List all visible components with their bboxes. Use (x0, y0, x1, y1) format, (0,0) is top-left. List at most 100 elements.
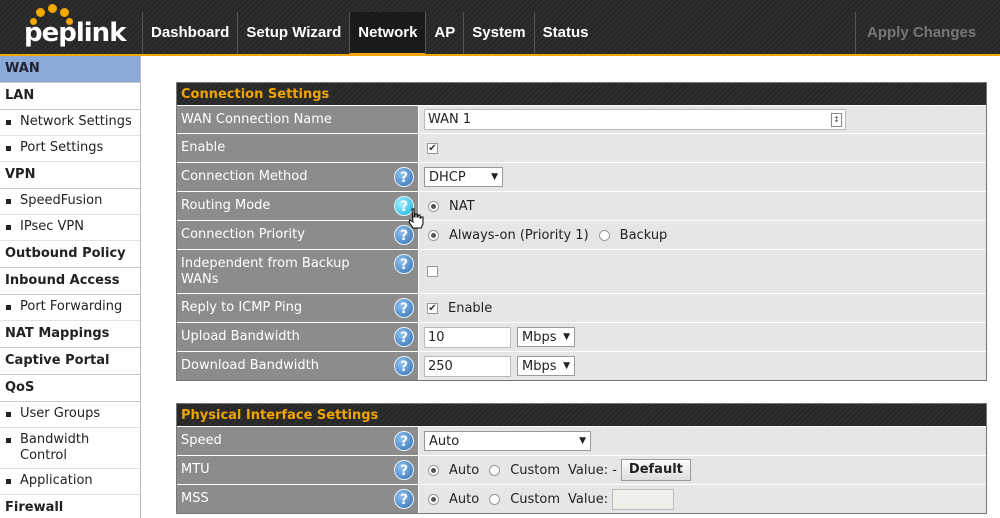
sidebar-item-inbound-access[interactable]: Inbound Access (0, 268, 140, 295)
connection-method-select[interactable]: DHCP ▼ (424, 167, 503, 187)
apply-changes-button[interactable]: Apply Changes (855, 12, 995, 56)
mss-auto-label: Auto (449, 491, 480, 507)
mtu-auto-radio[interactable] (428, 464, 439, 476)
sidebar-item-captive-portal[interactable]: Captive Portal (0, 348, 140, 375)
routing-nat-radio[interactable] (428, 200, 439, 212)
mss-custom-radio[interactable] (489, 493, 501, 505)
row-mss: MSS ? Auto Custom Value: (177, 484, 986, 513)
independent-backup-label: Independent from Backup WANs (181, 255, 350, 287)
row-connection-priority: Connection Priority ? Always-on (Priorit… (177, 220, 986, 249)
row-enable: Enable ✔ (177, 133, 986, 162)
speed-help-icon[interactable]: ? (394, 431, 414, 451)
sidebar-item-speedfusion[interactable]: SpeedFusion (0, 189, 140, 215)
row-download-bandwidth: Download Bandwidth ? 250 Mbps ▼ (177, 351, 986, 380)
wan-connection-name-label: WAN Connection Name (181, 111, 332, 127)
row-mtu: MTU ? Auto Custom Value: - Default (177, 455, 986, 484)
top-bar: peplink Dashboard Setup Wizard Network A… (0, 0, 1000, 56)
connection-settings-title: Connection Settings (177, 83, 986, 105)
mtu-custom-radio[interactable] (489, 464, 501, 476)
speed-select[interactable]: Auto ▼ (424, 431, 591, 451)
sidebar-item-network-settings[interactable]: Network Settings (0, 110, 140, 136)
mss-value-input[interactable] (612, 488, 675, 510)
row-routing-mode: Routing Mode ? NAT (177, 191, 986, 220)
character-map-icon[interactable]: ↕ (831, 112, 842, 127)
row-independent-backup: Independent from Backup WANs ? (177, 249, 986, 293)
independent-backup-checkbox[interactable] (427, 266, 438, 277)
wan-connection-name-input[interactable]: WAN 1 ↕ (424, 109, 846, 130)
row-connection-method: Connection Method ? DHCP ▼ (177, 162, 986, 191)
chevron-down-icon: ▼ (579, 436, 586, 446)
sidebar-item-qos[interactable]: QoS (0, 375, 140, 402)
upload-bandwidth-help-icon[interactable]: ? (394, 327, 414, 347)
speed-value: Auto (429, 433, 460, 449)
connection-method-help-icon[interactable]: ? (394, 167, 414, 187)
mss-custom-label: Custom (510, 491, 560, 507)
tab-status[interactable]: Status (533, 12, 597, 56)
sidebar-item-user-groups[interactable]: User Groups (0, 402, 140, 428)
sidebar-item-port-settings[interactable]: Port Settings (0, 136, 140, 162)
upload-bandwidth-input[interactable]: 10 (424, 326, 511, 348)
mtu-label: MTU (181, 462, 210, 477)
connection-priority-label: Connection Priority (181, 227, 305, 242)
row-wan-connection-name: WAN Connection Name WAN 1 ↕ (177, 105, 986, 133)
icmp-ping-enable-label: Enable (448, 300, 493, 316)
download-bandwidth-label: Download Bandwidth (181, 358, 319, 373)
mss-value-label: Value: (568, 491, 609, 507)
sidebar-item-application[interactable]: Application (0, 469, 140, 495)
sidebar-item-wan[interactable]: WAN (0, 56, 140, 83)
sidebar-item-port-forwarding[interactable]: Port Forwarding (0, 295, 140, 321)
priority-backup-label: Backup (619, 227, 668, 243)
sidebar-item-lan[interactable]: LAN (0, 83, 140, 110)
enable-label: Enable (181, 140, 226, 155)
chevron-down-icon: ▼ (491, 172, 498, 182)
icmp-ping-label: Reply to ICMP Ping (181, 300, 303, 315)
connection-settings-panel: Connection Settings WAN Connection Name … (176, 82, 987, 381)
icmp-ping-help-icon[interactable]: ? (394, 298, 414, 318)
download-bandwidth-input[interactable]: 250 (424, 355, 511, 377)
priority-always-on-label: Always-on (Priority 1) (449, 227, 589, 243)
sidebar-item-nat-mappings[interactable]: NAT Mappings (0, 321, 140, 348)
upload-unit-select[interactable]: Mbps ▼ (517, 327, 575, 347)
top-bar-accent (0, 54, 1000, 56)
connection-method-value: DHCP (429, 169, 466, 185)
upload-unit-value: Mbps (522, 329, 557, 345)
priority-always-on-radio[interactable] (428, 229, 439, 241)
tab-system[interactable]: System (463, 12, 533, 56)
independent-backup-help-icon[interactable]: ? (394, 254, 414, 274)
physical-interface-panel: Physical Interface Settings Speed ? Auto… (176, 403, 987, 514)
sidebar-item-ipsec-vpn[interactable]: IPsec VPN (0, 215, 140, 241)
sidebar-item-bandwidth-control[interactable]: Bandwidth Control (0, 428, 140, 469)
download-unit-select[interactable]: Mbps ▼ (517, 356, 575, 376)
download-unit-value: Mbps (522, 358, 557, 374)
mss-help-icon[interactable]: ? (394, 489, 414, 509)
connection-method-label: Connection Method (181, 169, 308, 184)
download-bandwidth-help-icon[interactable]: ? (394, 356, 414, 376)
mtu-value-label: Value: - (568, 462, 617, 478)
chevron-down-icon: ▼ (563, 361, 570, 371)
tab-setup-wizard[interactable]: Setup Wizard (237, 12, 349, 56)
logo-text: peplink (24, 18, 126, 48)
sidebar-item-firewall[interactable]: Firewall (0, 495, 140, 518)
icmp-ping-checkbox[interactable]: ✔ (427, 302, 438, 314)
mtu-help-icon[interactable]: ? (394, 460, 414, 480)
physical-interface-title: Physical Interface Settings (177, 404, 986, 426)
speed-label: Speed (181, 433, 222, 448)
row-upload-bandwidth: Upload Bandwidth ? 10 Mbps ▼ (177, 322, 986, 351)
tab-ap[interactable]: AP (425, 12, 463, 56)
enable-checkbox[interactable]: ✔ (427, 142, 438, 154)
row-icmp-ping: Reply to ICMP Ping ? ✔ Enable (177, 293, 986, 322)
chevron-down-icon: ▼ (563, 332, 570, 342)
sidebar: WAN LAN Network Settings Port Settings V… (0, 56, 141, 518)
priority-backup-radio[interactable] (598, 229, 610, 241)
peplink-logo[interactable]: peplink (18, 4, 128, 52)
row-speed: Speed ? Auto ▼ (177, 426, 986, 455)
mtu-default-button[interactable]: Default (620, 459, 691, 481)
tab-network[interactable]: Network (349, 12, 426, 56)
mss-auto-radio[interactable] (428, 493, 439, 505)
hand-cursor-icon (408, 208, 424, 229)
tab-dashboard[interactable]: Dashboard (142, 12, 237, 56)
sidebar-item-outbound-policy[interactable]: Outbound Policy (0, 241, 140, 268)
upload-bandwidth-label: Upload Bandwidth (181, 329, 300, 344)
mtu-custom-label: Custom (510, 462, 560, 478)
sidebar-item-vpn[interactable]: VPN (0, 162, 140, 189)
